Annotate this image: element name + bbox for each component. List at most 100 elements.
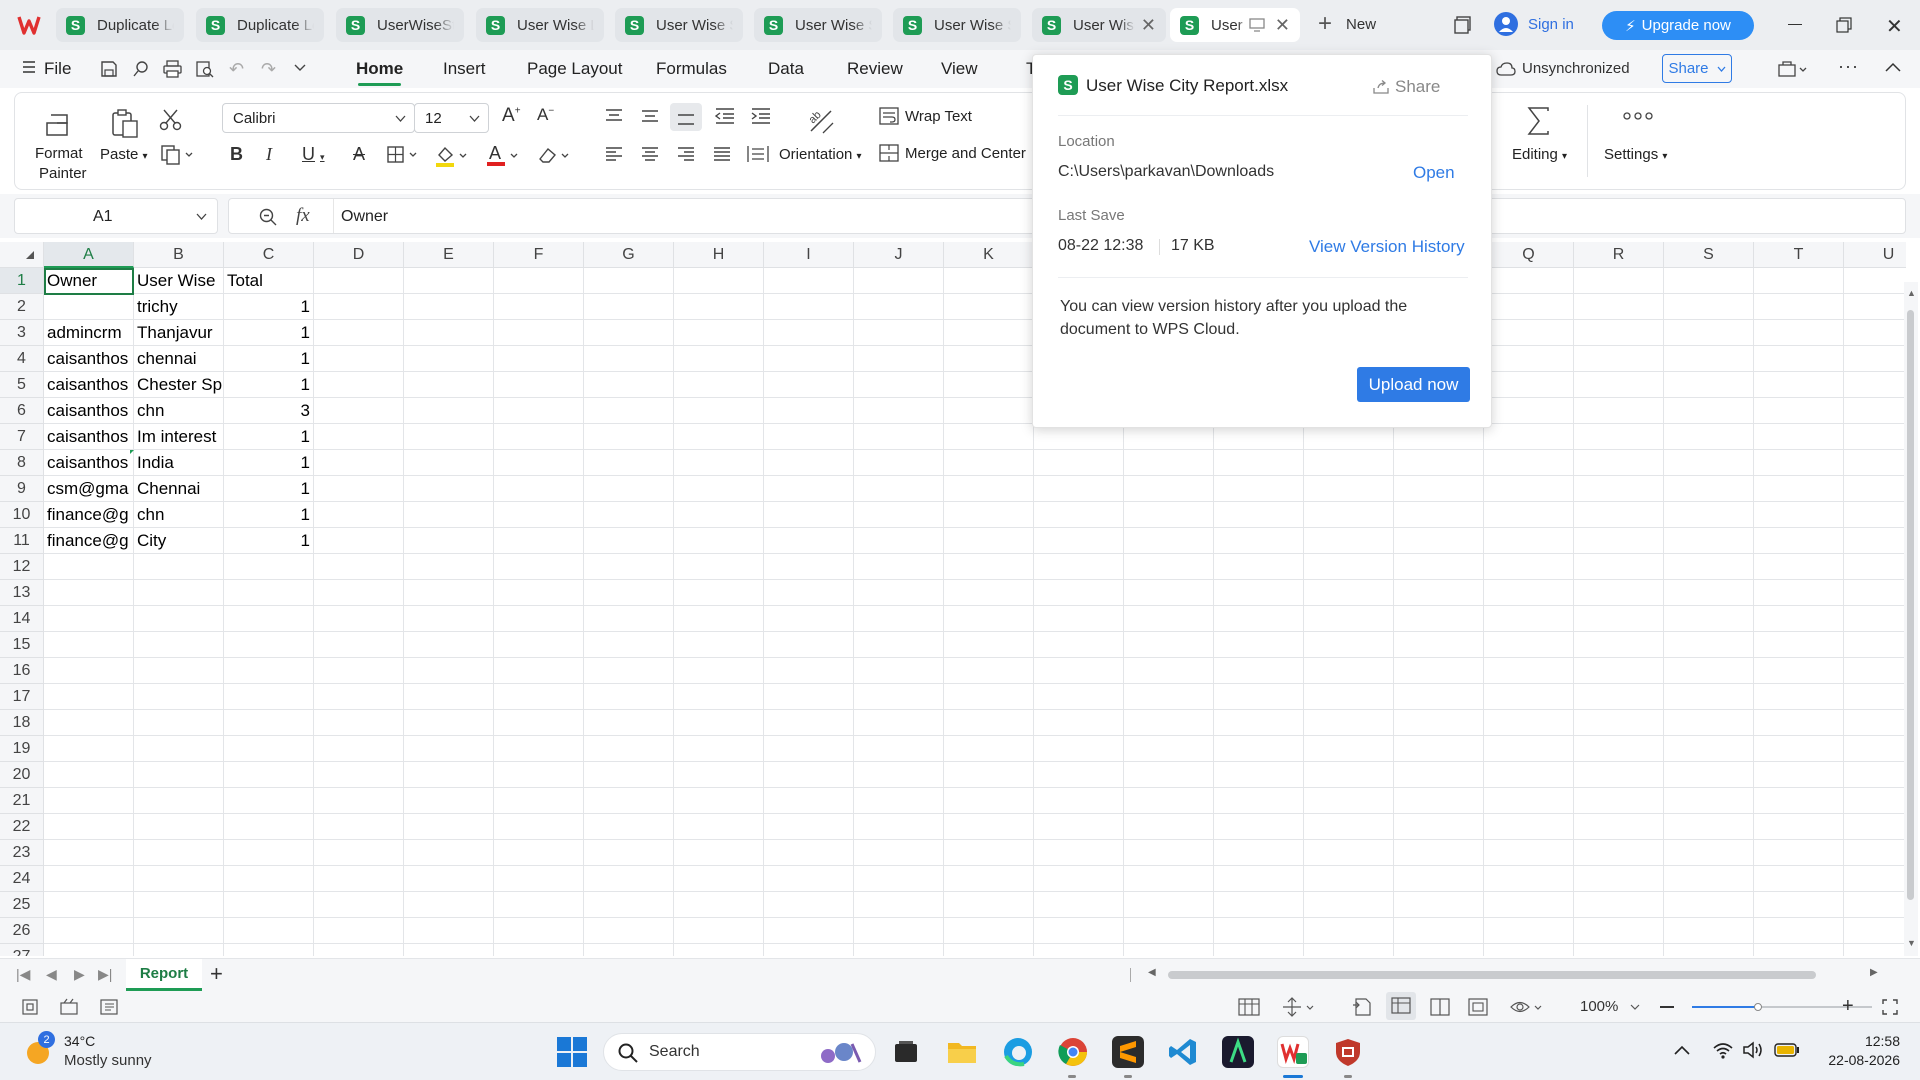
row-header-21[interactable]: 21: [0, 788, 44, 814]
row-header-7[interactable]: 7: [0, 424, 44, 450]
row-header-25[interactable]: 25: [0, 892, 44, 918]
next-sheet-icon[interactable]: ▶: [74, 966, 85, 983]
vscode-icon[interactable]: [1167, 1036, 1199, 1068]
zoom-slider-thumb[interactable]: [1754, 1003, 1762, 1011]
tab-document-1[interactable]: S Duplicate Le: [56, 8, 184, 42]
tab-view[interactable]: View: [941, 50, 978, 88]
volume-icon[interactable]: [1742, 1041, 1764, 1059]
tab-document-8[interactable]: SUser Wise✕: [1032, 8, 1166, 42]
orientation-icon[interactable]: ab: [807, 107, 837, 137]
freeze-panes-icon[interactable]: [1282, 997, 1318, 1017]
cell-a3[interactable]: admincrm: [44, 320, 134, 346]
chevron-down-icon[interactable]: [294, 64, 306, 72]
column-header-a[interactable]: A: [44, 242, 134, 268]
view-version-history-link[interactable]: View Version History: [1309, 237, 1465, 257]
strikethrough-icon[interactable]: A: [353, 144, 365, 165]
cell-c11[interactable]: 1: [224, 528, 314, 554]
cell-b3[interactable]: Thanjavur: [134, 320, 224, 346]
paste-button[interactable]: Paste ▾: [100, 146, 148, 163]
undo-icon[interactable]: ↶: [229, 59, 244, 80]
weather-widget[interactable]: 2: [24, 1031, 55, 1067]
sync-status[interactable]: Unsynchronized: [1496, 60, 1630, 77]
export-icon[interactable]: [132, 60, 150, 78]
cell-c9[interactable]: 1: [224, 476, 314, 502]
column-header-e[interactable]: E: [404, 242, 494, 268]
spreadsheet-grid[interactable]: ABCDEFGHIJKLMNOPQRSTU 123456789101112131…: [0, 242, 1906, 956]
row-header-2[interactable]: 2: [0, 294, 44, 320]
clock-time[interactable]: 12:58: [1820, 1033, 1900, 1049]
cell-b8[interactable]: India: [134, 450, 224, 476]
row-header-9[interactable]: 9: [0, 476, 44, 502]
borders-icon[interactable]: [387, 146, 421, 164]
row-header-26[interactable]: 26: [0, 918, 44, 944]
align-left-icon[interactable]: [605, 147, 623, 161]
new-tab-button[interactable]: + New: [1318, 12, 1376, 36]
chrome-browser-icon[interactable]: [1057, 1036, 1089, 1068]
cell-a6[interactable]: caisanthos: [44, 398, 134, 424]
row-header-5[interactable]: 5: [0, 372, 44, 398]
cell-b10[interactable]: chn: [134, 502, 224, 528]
tab-document-7[interactable]: SUser Wise St: [893, 8, 1021, 42]
vertical-scrollbar[interactable]: ▲ ▼: [1904, 282, 1918, 956]
restore-button[interactable]: [1836, 17, 1852, 33]
merge-center-button[interactable]: Merge and Center ▾: [879, 144, 1037, 162]
fx-icon[interactable]: fx: [296, 205, 310, 227]
cell-a9[interactable]: csm@gma: [44, 476, 134, 502]
active-cell-selection[interactable]: [44, 268, 134, 295]
cell-c2[interactable]: 1: [224, 294, 314, 320]
read-mode-icon[interactable]: [1352, 998, 1372, 1016]
scroll-down-icon[interactable]: ▼: [1907, 938, 1916, 948]
zoom-function-icon[interactable]: [259, 208, 277, 226]
tab-document-5[interactable]: SUser Wise St: [615, 8, 743, 42]
tab-data[interactable]: Data: [768, 50, 804, 88]
decrease-indent-icon[interactable]: [715, 108, 735, 124]
format-painter-label[interactable]: Format: [35, 145, 83, 162]
decrease-font-icon[interactable]: A−: [537, 105, 554, 125]
font-color-icon[interactable]: A: [486, 143, 522, 167]
cell-b7[interactable]: Im interest: [134, 424, 224, 450]
cell-a7[interactable]: caisanthos: [44, 424, 134, 450]
hamburger-icon[interactable]: [22, 60, 36, 74]
increase-font-icon[interactable]: A+: [502, 105, 521, 127]
last-sheet-icon[interactable]: ▶|: [98, 966, 112, 983]
collapse-ribbon-icon[interactable]: [1885, 62, 1901, 72]
print-preview-icon[interactable]: [195, 60, 214, 78]
name-box[interactable]: A1: [14, 198, 218, 234]
macro-icon[interactable]: [22, 999, 38, 1015]
popup-share-button[interactable]: Share: [1373, 77, 1440, 97]
record-icon[interactable]: [60, 998, 78, 1015]
align-middle-icon[interactable]: [641, 109, 659, 123]
row-header-16[interactable]: 16: [0, 658, 44, 684]
clear-format-icon[interactable]: [537, 145, 573, 165]
align-bottom-icon[interactable]: [670, 103, 702, 131]
sheet-tab-report[interactable]: Report: [126, 959, 202, 991]
redo-icon[interactable]: ↷: [261, 59, 276, 80]
row-header-20[interactable]: 20: [0, 762, 44, 788]
cell-c10[interactable]: 1: [224, 502, 314, 528]
task-view-icon[interactable]: [890, 1036, 922, 1068]
align-top-icon[interactable]: [605, 109, 623, 123]
underline-icon[interactable]: U ▾: [302, 144, 325, 165]
scroll-up-icon[interactable]: ▲: [1907, 288, 1916, 298]
font-name-select[interactable]: Calibri: [222, 103, 415, 133]
sublime-text-icon[interactable]: [1112, 1036, 1144, 1068]
sign-in-button[interactable]: Sign in: [1494, 12, 1574, 36]
column-header-q[interactable]: Q: [1484, 242, 1574, 268]
bold-icon[interactable]: B: [230, 144, 243, 165]
settings-button[interactable]: Settings ▾: [1604, 146, 1667, 163]
editing-button[interactable]: Editing ▾: [1512, 146, 1567, 163]
page-layout-view-icon[interactable]: [1468, 998, 1488, 1016]
cell-b11[interactable]: City: [134, 528, 224, 554]
row-header-18[interactable]: 18: [0, 710, 44, 736]
battery-icon[interactable]: [1774, 1043, 1800, 1057]
column-header-b[interactable]: B: [134, 242, 224, 268]
window-layout-icon[interactable]: [1454, 16, 1472, 34]
cell-c5[interactable]: 1: [224, 372, 314, 398]
font-size-select[interactable]: 12: [414, 103, 489, 133]
increase-indent-icon[interactable]: [751, 108, 771, 124]
row-header-14[interactable]: 14: [0, 606, 44, 632]
tab-insert[interactable]: Insert: [443, 50, 486, 88]
more-options-icon[interactable]: ···: [1838, 56, 1859, 77]
cell-b4[interactable]: chennai: [134, 346, 224, 372]
security-app-icon[interactable]: [1332, 1036, 1364, 1068]
